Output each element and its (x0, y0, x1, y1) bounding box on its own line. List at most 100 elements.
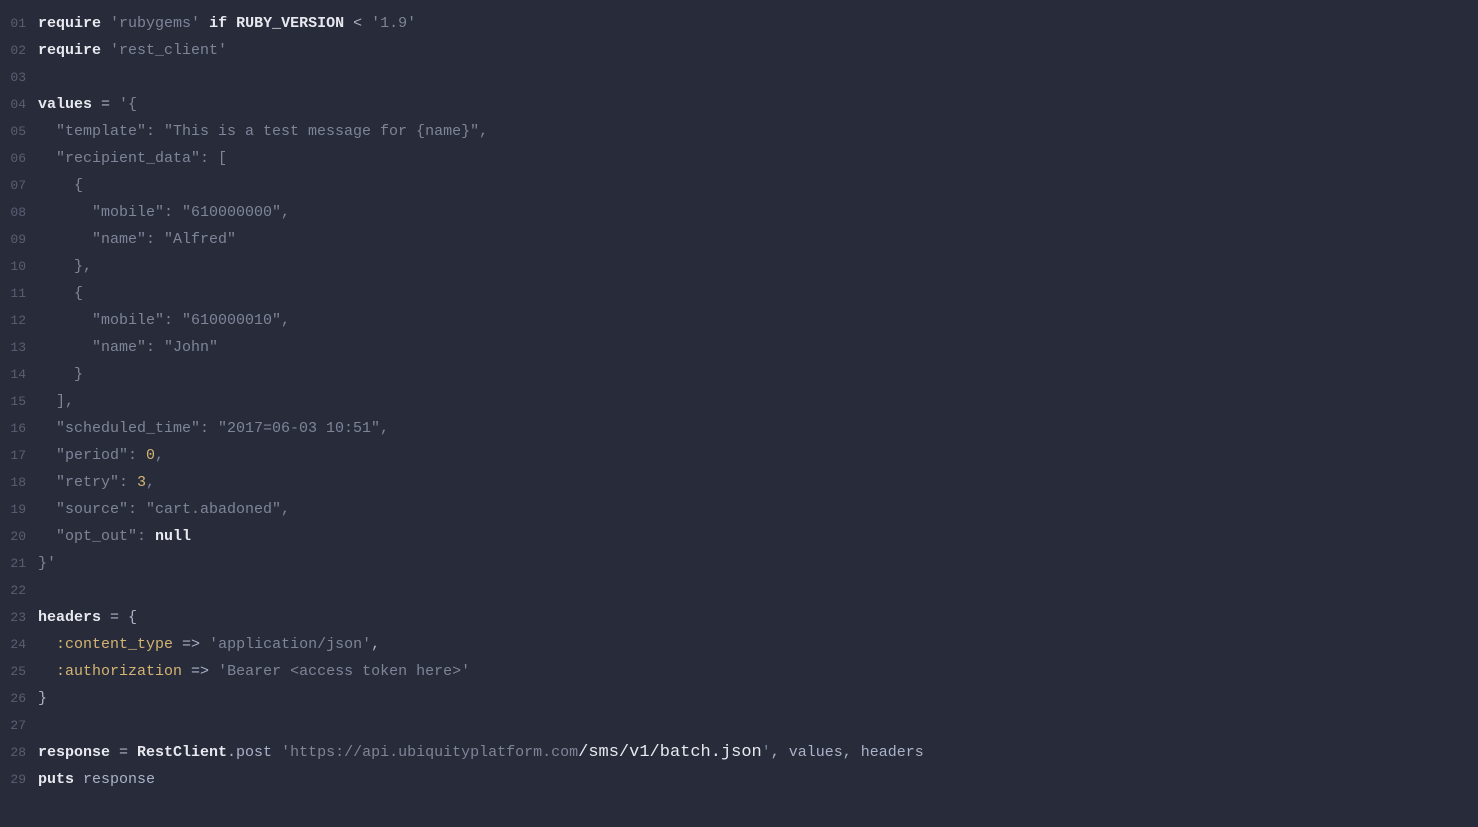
token-str: 'application/json' (209, 636, 371, 653)
code-content[interactable]: }' (38, 550, 56, 577)
token-str: } (38, 366, 83, 383)
code-line[interactable]: 21}' (0, 550, 1478, 577)
token-id: headers (38, 609, 101, 626)
code-line[interactable]: 20 "opt_out": null (0, 523, 1478, 550)
token-op: response (74, 771, 155, 788)
code-content[interactable]: ], (38, 388, 74, 415)
code-content[interactable]: require 'rubygems' if RUBY_VERSION < '1.… (38, 10, 416, 37)
line-number: 28 (0, 739, 38, 766)
code-line[interactable]: 15 ], (0, 388, 1478, 415)
line-number: 26 (0, 685, 38, 712)
token-str: "mobile": "610000010", (38, 312, 290, 329)
code-line[interactable]: 17 "period": 0, (0, 442, 1478, 469)
code-line[interactable]: 04values = '{ (0, 91, 1478, 118)
code-line[interactable]: 02require 'rest_client' (0, 37, 1478, 64)
code-content[interactable]: "name": "John" (38, 334, 218, 361)
token-num: 0 (146, 447, 155, 464)
code-content[interactable]: values = '{ (38, 91, 137, 118)
code-line[interactable]: 25 :authorization => 'Bearer <access tok… (0, 658, 1478, 685)
code-line[interactable]: 24 :content_type => 'application/json', (0, 631, 1478, 658)
line-number: 27 (0, 712, 38, 739)
line-number: 22 (0, 577, 38, 604)
code-content[interactable]: } (38, 361, 83, 388)
code-line[interactable]: 08 "mobile": "610000000", (0, 199, 1478, 226)
code-content[interactable]: headers = { (38, 604, 137, 631)
line-number: 16 (0, 415, 38, 442)
token-str: "template": "This is a test message for … (38, 123, 488, 140)
code-content[interactable]: "scheduled_time": "2017=06-03 10:51", (38, 415, 389, 442)
code-content[interactable]: "recipient_data": [ (38, 145, 227, 172)
code-line[interactable]: 10 }, (0, 253, 1478, 280)
line-number: 12 (0, 307, 38, 334)
code-line[interactable]: 18 "retry": 3, (0, 469, 1478, 496)
token-str: 'Bearer <access token here>' (218, 663, 470, 680)
code-line[interactable]: 14 } (0, 361, 1478, 388)
token-str: 'rest_client' (110, 42, 227, 59)
code-line[interactable]: 16 "scheduled_time": "2017=06-03 10:51", (0, 415, 1478, 442)
token-op (200, 15, 209, 32)
token-op (227, 15, 236, 32)
token-kw: if (209, 15, 227, 32)
code-content[interactable]: { (38, 172, 83, 199)
code-editor[interactable]: 01require 'rubygems' if RUBY_VERSION < '… (0, 10, 1478, 793)
code-content[interactable]: require 'rest_client' (38, 37, 227, 64)
code-content[interactable]: :authorization => 'Bearer <access token … (38, 658, 470, 685)
line-number: 23 (0, 604, 38, 631)
token-op: < (344, 15, 371, 32)
token-str: , (146, 474, 155, 491)
token-str: "recipient_data": [ (38, 150, 227, 167)
code-line[interactable]: 27 (0, 712, 1478, 739)
token-num: 3 (137, 474, 146, 491)
code-content[interactable]: "mobile": "610000010", (38, 307, 290, 334)
code-content[interactable]: "source": "cart.abadoned", (38, 496, 290, 523)
code-content[interactable]: { (38, 280, 83, 307)
code-line[interactable]: 19 "source": "cart.abadoned", (0, 496, 1478, 523)
code-line[interactable]: 05 "template": "This is a test message f… (0, 118, 1478, 145)
code-content[interactable]: "template": "This is a test message for … (38, 118, 488, 145)
code-content[interactable]: "name": "Alfred" (38, 226, 236, 253)
token-str: "period": (38, 447, 146, 464)
code-content[interactable]: :content_type => 'application/json', (38, 631, 380, 658)
token-op (101, 42, 110, 59)
token-id: RestClient (137, 744, 227, 761)
code-content[interactable]: "opt_out": null (38, 523, 191, 550)
token-str: ], (38, 393, 74, 410)
code-line[interactable]: 26} (0, 685, 1478, 712)
code-line[interactable]: 12 "mobile": "610000010", (0, 307, 1478, 334)
code-line[interactable]: 09 "name": "Alfred" (0, 226, 1478, 253)
code-content[interactable]: "mobile": "610000000", (38, 199, 290, 226)
token-str: "opt_out": (38, 528, 155, 545)
code-content[interactable]: response = RestClient.post 'https://api.… (38, 739, 924, 766)
code-content[interactable]: puts response (38, 766, 155, 793)
code-content[interactable]: "retry": 3, (38, 469, 155, 496)
code-line[interactable]: 03 (0, 64, 1478, 91)
code-content[interactable]: "period": 0, (38, 442, 164, 469)
token-id: RUBY_VERSION (236, 15, 344, 32)
token-str: ' (762, 744, 771, 761)
token-sym: :content_type (56, 636, 173, 653)
code-line[interactable]: 11 { (0, 280, 1478, 307)
token-op: => (173, 636, 209, 653)
code-line[interactable]: 28response = RestClient.post 'https://ap… (0, 739, 1478, 766)
token-str: { (38, 285, 83, 302)
code-line[interactable]: 23headers = { (0, 604, 1478, 631)
token-url-em: /sms/v1/batch.json (578, 743, 762, 762)
line-number: 13 (0, 334, 38, 361)
line-number: 02 (0, 37, 38, 64)
token-sym: :authorization (56, 663, 182, 680)
code-line[interactable]: 01require 'rubygems' if RUBY_VERSION < '… (0, 10, 1478, 37)
code-content[interactable]: }, (38, 253, 92, 280)
code-line[interactable]: 13 "name": "John" (0, 334, 1478, 361)
code-line[interactable]: 06 "recipient_data": [ (0, 145, 1478, 172)
code-line[interactable]: 29puts response (0, 766, 1478, 793)
line-number: 18 (0, 469, 38, 496)
line-number: 07 (0, 172, 38, 199)
token-op: , (371, 636, 380, 653)
token-str: , (155, 447, 164, 464)
code-line[interactable]: 07 { (0, 172, 1478, 199)
code-line[interactable]: 22 (0, 577, 1478, 604)
token-op (38, 636, 56, 653)
token-op: => (182, 663, 218, 680)
line-number: 21 (0, 550, 38, 577)
code-content[interactable]: } (38, 685, 47, 712)
